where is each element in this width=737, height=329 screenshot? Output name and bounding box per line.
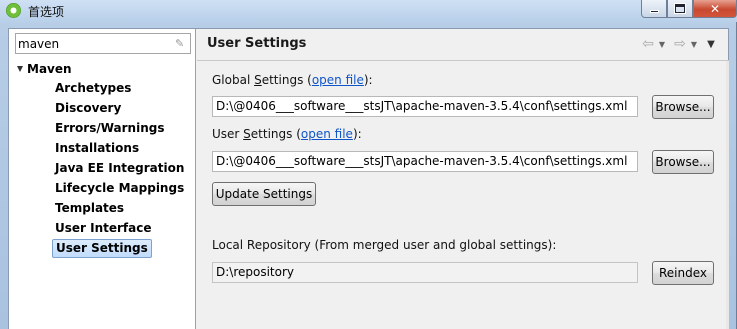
tree-node-maven[interactable]: Maven bbox=[27, 60, 72, 78]
eclipse-icon bbox=[6, 3, 21, 18]
minimize-button[interactable] bbox=[641, 0, 667, 18]
dialog-body: ✎ Maven Archetypes Discovery Errors/Warn… bbox=[8, 28, 729, 329]
tree-item-errors-warnings[interactable]: Errors/Warnings bbox=[52, 119, 167, 138]
collapse-arrow-icon[interactable] bbox=[17, 66, 23, 72]
back-dropdown-icon[interactable]: ▼ bbox=[657, 40, 667, 49]
local-repository-label: Local Repository (From merged user and g… bbox=[212, 238, 557, 252]
window-title: 首选项 bbox=[28, 5, 65, 19]
user-settings-label: User Settings (open file): bbox=[212, 127, 362, 141]
global-browse-button[interactable]: Browse... bbox=[652, 95, 714, 119]
user-browse-button[interactable]: Browse... bbox=[652, 150, 714, 174]
preference-page: User Settings ⇦ ▼ ⇨ ▼ ▼ Global Settings … bbox=[197, 29, 729, 329]
filter-box: ✎ bbox=[15, 33, 191, 54]
preferences-window: 首选项 ✕ ✎ Maven Archetypes Discovery Error… bbox=[0, 0, 737, 329]
forward-dropdown-icon[interactable]: ▼ bbox=[689, 40, 699, 49]
tree-item-installations[interactable]: Installations bbox=[52, 139, 142, 158]
reindex-button[interactable]: Reindex bbox=[652, 261, 714, 285]
preference-tree-pane: ✎ Maven Archetypes Discovery Errors/Warn… bbox=[9, 29, 196, 329]
eraser-icon[interactable]: ✎ bbox=[175, 38, 186, 49]
tree-item-user-settings[interactable]: User Settings bbox=[52, 239, 152, 258]
update-settings-button[interactable]: Update Settings bbox=[212, 182, 316, 206]
user-settings-field[interactable]: D:\@0406___software___stsJT\apache-maven… bbox=[212, 151, 638, 172]
forward-arrow-icon[interactable]: ⇨ bbox=[673, 36, 687, 52]
title-bar: 首选项 ✕ bbox=[0, 0, 737, 22]
tree-item-user-interface[interactable]: User Interface bbox=[52, 219, 155, 238]
maximize-icon bbox=[675, 4, 685, 13]
global-settings-field[interactable]: D:\@0406___software___stsJT\apache-maven… bbox=[212, 96, 638, 117]
tree-item-archetypes[interactable]: Archetypes bbox=[52, 79, 134, 98]
user-open-file-link[interactable]: open file bbox=[301, 127, 353, 141]
tree-item-java-ee-integration[interactable]: Java EE Integration bbox=[52, 159, 187, 178]
minimize-icon bbox=[649, 10, 659, 13]
page-title: User Settings bbox=[207, 36, 307, 51]
page-nav: ⇦ ▼ ⇨ ▼ ▼ bbox=[641, 36, 717, 52]
close-button[interactable]: ✕ bbox=[693, 0, 737, 18]
maximize-button[interactable] bbox=[667, 0, 693, 18]
global-open-file-link[interactable]: open file bbox=[312, 73, 364, 87]
local-repository-field: D:\repository bbox=[212, 262, 638, 283]
scrollbar-edge bbox=[726, 61, 729, 329]
global-settings-label: Global Settings (open file): bbox=[212, 73, 373, 87]
window-controls: ✕ bbox=[641, 0, 737, 18]
tree-item-lifecycle-mappings[interactable]: Lifecycle Mappings bbox=[52, 179, 187, 198]
tree-item-templates[interactable]: Templates bbox=[52, 199, 127, 218]
back-arrow-icon[interactable]: ⇦ bbox=[641, 36, 655, 52]
tree-item-discovery[interactable]: Discovery bbox=[52, 99, 124, 118]
page-header: User Settings ⇦ ▼ ⇨ ▼ ▼ bbox=[197, 29, 729, 61]
close-icon: ✕ bbox=[709, 1, 721, 16]
view-menu-icon[interactable]: ▼ bbox=[705, 39, 717, 50]
filter-input[interactable] bbox=[18, 35, 166, 52]
